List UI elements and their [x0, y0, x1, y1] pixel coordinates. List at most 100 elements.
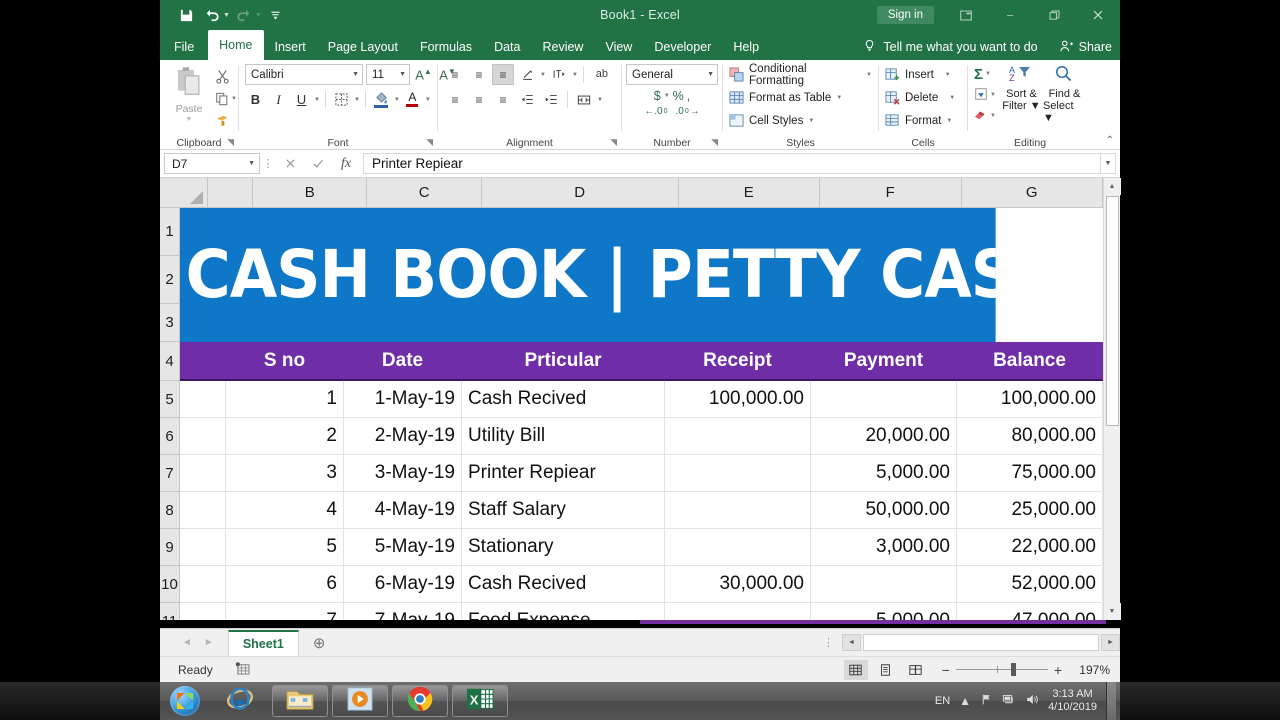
tab-help[interactable]: Help: [722, 34, 770, 60]
cell-e6[interactable]: [665, 418, 811, 455]
format-cells-dropdown-icon[interactable]: ▼: [946, 118, 952, 124]
tell-me-box[interactable]: Tell me what you want to do: [863, 38, 1038, 56]
insert-cells-button[interactable]: Insert ▼: [885, 64, 955, 85]
taskbar-excel[interactable]: X: [452, 685, 508, 717]
alignment-dialog-launcher[interactable]: ◥: [610, 137, 617, 148]
conditional-formatting-dropdown-icon[interactable]: ▼: [866, 72, 872, 78]
row-header-2[interactable]: 2: [160, 256, 180, 304]
merge-and-center-button[interactable]: [573, 89, 595, 110]
text-direction-dropdown-icon[interactable]: ▼: [572, 72, 578, 78]
clear-button[interactable]: ▼: [974, 106, 996, 126]
minimize-icon[interactable]: [988, 0, 1032, 30]
increase-decimal-button[interactable]: ←.0 0: [644, 106, 667, 117]
cell-a6[interactable]: [180, 418, 226, 455]
delete-cells-dropdown-icon[interactable]: ▼: [949, 95, 955, 101]
formula-input[interactable]: Printer Repiear: [363, 153, 1100, 174]
orientation-button[interactable]: [516, 64, 538, 85]
cell-f6[interactable]: 20,000.00: [811, 418, 957, 455]
hscroll-right-icon[interactable]: ►: [1101, 634, 1120, 651]
merged-title-banner[interactable]: CASH BOOK | PETTY CASH: [180, 208, 996, 342]
sheet-tab-sheet1[interactable]: Sheet1: [227, 629, 299, 656]
hscroll-track[interactable]: [863, 634, 1099, 651]
zoom-slider[interactable]: − +: [942, 662, 1062, 678]
cancel-entry-icon[interactable]: [276, 153, 304, 175]
cell-g7[interactable]: 75,000.00: [957, 455, 1103, 492]
header-cell-balance[interactable]: Balance: [957, 342, 1103, 381]
borders-button[interactable]: [331, 89, 352, 110]
cell-e10[interactable]: 30,000.00: [665, 566, 811, 603]
taskbar-clock[interactable]: 3:13 AM 4/10/2019: [1048, 688, 1097, 714]
decrease-decimal-button[interactable]: .0 0 →: [676, 106, 700, 117]
undo-dropdown-icon[interactable]: ▼: [223, 12, 230, 19]
select-all-corner[interactable]: [160, 178, 209, 208]
orientation-dropdown-icon[interactable]: ▼: [540, 72, 546, 78]
cell-d11[interactable]: Food Expense: [462, 603, 665, 620]
cell-f11[interactable]: 5,000.00: [811, 603, 957, 620]
row-header-9[interactable]: 9: [160, 529, 180, 566]
volume-icon[interactable]: [1025, 693, 1039, 709]
cell-styles-dropdown-icon[interactable]: ▼: [808, 118, 814, 124]
conditional-formatting-button[interactable]: Conditional Formatting ▼: [729, 63, 872, 87]
column-header-b[interactable]: B: [253, 178, 368, 208]
page-break-view-icon[interactable]: [904, 660, 928, 680]
header-cell-particular[interactable]: Prticular: [462, 342, 665, 381]
fill-dropdown-icon[interactable]: ▼: [990, 92, 996, 98]
format-painter-button[interactable]: [215, 111, 237, 130]
hscroll-left-icon[interactable]: ◄: [842, 634, 861, 651]
cell-a10[interactable]: [180, 566, 226, 603]
cell-a8[interactable]: [180, 492, 226, 529]
tab-formulas[interactable]: Formulas: [409, 34, 483, 60]
cell-b5[interactable]: 1: [226, 381, 344, 418]
cell-d6[interactable]: Utility Bill: [462, 418, 665, 455]
format-as-table-dropdown-icon[interactable]: ▼: [836, 95, 842, 101]
delete-cells-button[interactable]: Delete ▼: [885, 87, 955, 108]
cell-b8[interactable]: 4: [226, 492, 344, 529]
align-bottom-button[interactable]: ≡: [492, 64, 514, 85]
customize-qat-icon[interactable]: [264, 4, 288, 26]
cell-d10[interactable]: Cash Recived: [462, 566, 665, 603]
zoom-thumb[interactable]: [1011, 663, 1016, 676]
align-top-button[interactable]: ≡: [444, 64, 466, 85]
row-header-8[interactable]: 8: [160, 492, 180, 529]
collapse-ribbon-icon[interactable]: ⌃: [1106, 135, 1114, 146]
autosum-button[interactable]: Σ ▼: [974, 64, 996, 84]
comma-style-button[interactable]: ,: [687, 89, 690, 103]
merge-dropdown-icon[interactable]: ▼: [597, 97, 603, 103]
page-layout-view-icon[interactable]: [874, 660, 898, 680]
bold-button[interactable]: B: [245, 89, 266, 110]
taskbar-file-explorer[interactable]: [272, 685, 328, 717]
cell-f9[interactable]: 3,000.00: [811, 529, 957, 566]
text-direction-button[interactable]: [548, 64, 570, 85]
font-size-dropdown-icon[interactable]: ▼: [399, 71, 406, 78]
paste-button[interactable]: Paste ▼: [166, 64, 212, 130]
cell-g10[interactable]: 52,000.00: [957, 566, 1103, 603]
cell-c6[interactable]: 2-May-19: [344, 418, 462, 455]
row-header-1[interactable]: 1: [160, 208, 180, 256]
number-dialog-launcher[interactable]: ◥: [711, 137, 718, 148]
insert-function-icon[interactable]: fx: [332, 153, 360, 175]
network-icon[interactable]: [1002, 693, 1016, 709]
cell-c11[interactable]: 7-May-19: [344, 603, 462, 620]
save-icon[interactable]: [174, 4, 198, 26]
header-cell-receipt[interactable]: Receipt: [665, 342, 811, 381]
row-header-7[interactable]: 7: [160, 455, 180, 492]
increase-font-size-icon[interactable]: A▲: [413, 67, 434, 82]
expand-formula-bar-icon[interactable]: ▼: [1100, 153, 1116, 174]
cell-g6[interactable]: 80,000.00: [957, 418, 1103, 455]
cell-f7[interactable]: 5,000.00: [811, 455, 957, 492]
sort-and-filter-button[interactable]: AZ Sort & Filter ▼: [1000, 64, 1043, 112]
tab-home[interactable]: Home: [208, 30, 264, 60]
tab-view[interactable]: View: [594, 34, 643, 60]
fill-color-button[interactable]: [371, 89, 392, 110]
redo-icon[interactable]: [232, 4, 256, 26]
cell-g8[interactable]: 25,000.00: [957, 492, 1103, 529]
currency-dropdown-icon[interactable]: ▼: [664, 93, 670, 99]
zoom-track[interactable]: [955, 663, 1048, 676]
italic-button[interactable]: I: [268, 89, 289, 110]
underline-button[interactable]: U: [291, 89, 312, 110]
cell-a11[interactable]: [180, 603, 226, 620]
add-sheet-icon[interactable]: ⊕: [313, 634, 326, 652]
clipboard-dialog-launcher[interactable]: ◥: [227, 137, 234, 148]
cell-g11[interactable]: 47,000.00: [957, 603, 1103, 620]
header-cell-payment[interactable]: Payment: [811, 342, 957, 381]
